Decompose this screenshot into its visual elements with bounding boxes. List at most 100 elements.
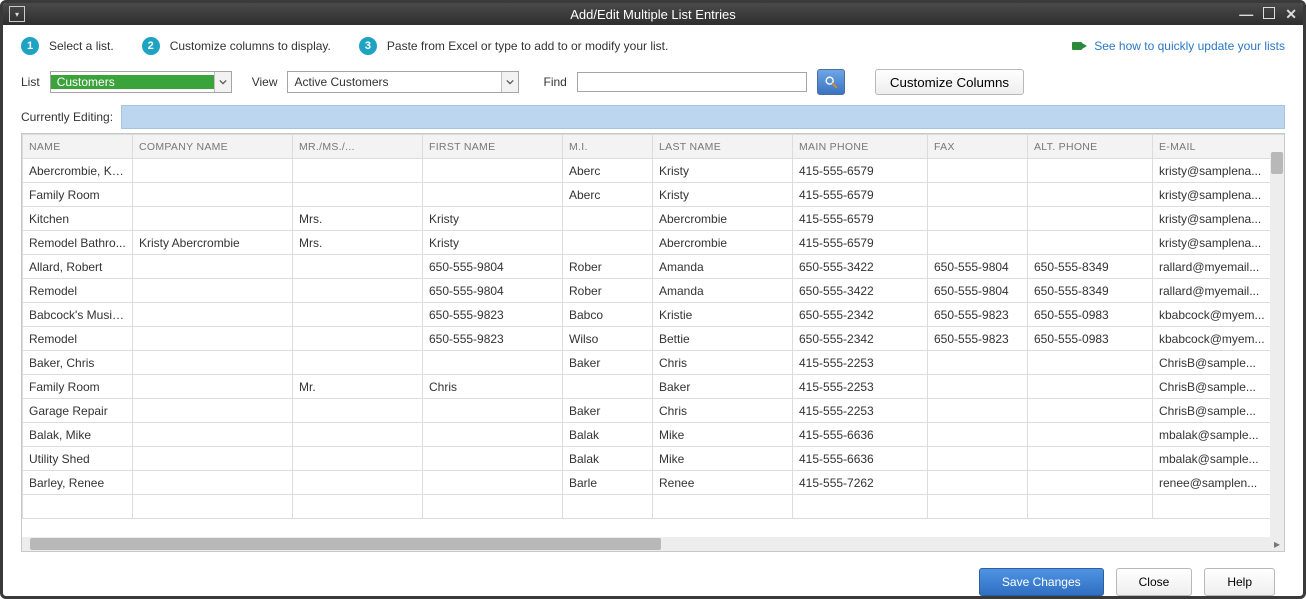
table-cell[interactable]: kristy@samplena...	[1153, 207, 1285, 231]
table-row[interactable]: Barley, ReneeBarleRenee415-555-7262renee…	[23, 471, 1285, 495]
table-cell[interactable]	[1028, 423, 1153, 447]
table-cell[interactable]	[563, 207, 653, 231]
table-row[interactable]: KitchenMrs.KristyAbercrombie415-555-6579…	[23, 207, 1285, 231]
save-changes-button[interactable]: Save Changes	[979, 568, 1104, 596]
view-dropdown[interactable]: Active Customers	[287, 71, 519, 93]
table-cell[interactable]: 650-555-3422	[793, 279, 928, 303]
table-cell[interactable]: 415-555-2253	[793, 351, 928, 375]
table-cell[interactable]	[293, 351, 423, 375]
table-cell[interactable]: kbabcock@myem...	[1153, 327, 1285, 351]
table-row[interactable]: Garage RepairBakerChris415-555-2253Chris…	[23, 399, 1285, 423]
table-cell[interactable]	[928, 351, 1028, 375]
table-cell[interactable]: Mr.	[293, 375, 423, 399]
table-cell[interactable]	[133, 279, 293, 303]
table-cell[interactable]	[293, 183, 423, 207]
table-cell[interactable]: kristy@samplena...	[1153, 183, 1285, 207]
table-cell[interactable]	[293, 423, 423, 447]
table-cell[interactable]: 415-555-2253	[793, 399, 928, 423]
column-header[interactable]: NAME	[23, 135, 133, 159]
table-cell[interactable]: 650-555-9823	[423, 327, 563, 351]
table-cell[interactable]: Remodel	[23, 327, 133, 351]
table-cell[interactable]: 415-555-6579	[793, 231, 928, 255]
table-cell[interactable]	[928, 183, 1028, 207]
find-input[interactable]	[577, 72, 807, 92]
table-cell[interactable]	[1028, 399, 1153, 423]
table-cell[interactable]: rallard@myemail...	[1153, 279, 1285, 303]
table-row[interactable]: Babcock's Music ...650-555-9823BabcoKris…	[23, 303, 1285, 327]
table-cell[interactable]: 650-555-2342	[793, 303, 928, 327]
table-cell[interactable]: Kitchen	[23, 207, 133, 231]
help-button[interactable]: Help	[1204, 568, 1275, 596]
list-dropdown[interactable]: Customers	[50, 71, 232, 93]
table-cell[interactable]: rallard@myemail...	[1153, 255, 1285, 279]
table-cell[interactable]	[293, 471, 423, 495]
table-cell[interactable]: 415-555-6636	[793, 447, 928, 471]
table-cell[interactable]: Aberc	[563, 159, 653, 183]
table-cell[interactable]	[133, 303, 293, 327]
table-cell[interactable]	[293, 495, 423, 519]
table-cell[interactable]	[293, 159, 423, 183]
table-cell[interactable]: Bettie	[653, 327, 793, 351]
table-cell[interactable]: 650-555-8349	[1028, 255, 1153, 279]
table-cell[interactable]	[293, 447, 423, 471]
table-cell[interactable]	[423, 351, 563, 375]
table-cell[interactable]: Abercrombie	[653, 231, 793, 255]
scroll-right-arrow-icon[interactable]: ▸	[1270, 537, 1284, 551]
table-cell[interactable]	[293, 327, 423, 351]
table-cell[interactable]: kristy@samplena...	[1153, 159, 1285, 183]
table-cell[interactable]: Abercrombie, Kri...	[23, 159, 133, 183]
table-cell[interactable]: Babcock's Music ...	[23, 303, 133, 327]
table-cell[interactable]	[133, 447, 293, 471]
table-cell[interactable]: 650-555-9823	[928, 327, 1028, 351]
table-cell[interactable]	[423, 447, 563, 471]
table-row[interactable]: Family RoomAbercKristy415-555-6579kristy…	[23, 183, 1285, 207]
help-video-link[interactable]: See how to quickly update your lists	[1072, 39, 1285, 53]
table-cell[interactable]: Remodel Bathro...	[23, 231, 133, 255]
column-header[interactable]: FIRST NAME	[423, 135, 563, 159]
table-cell[interactable]: 650-555-0983	[1028, 327, 1153, 351]
table-cell[interactable]	[133, 327, 293, 351]
table-cell[interactable]	[293, 399, 423, 423]
table-cell[interactable]	[563, 231, 653, 255]
table-cell[interactable]	[133, 183, 293, 207]
table-cell[interactable]	[133, 471, 293, 495]
table-cell[interactable]: Rober	[563, 255, 653, 279]
table-cell[interactable]: Baker	[653, 375, 793, 399]
table-cell[interactable]: 415-555-6636	[793, 423, 928, 447]
table-cell[interactable]	[928, 495, 1028, 519]
table-cell[interactable]	[1028, 471, 1153, 495]
table-cell[interactable]	[563, 495, 653, 519]
table-cell[interactable]: Mike	[653, 423, 793, 447]
table-cell[interactable]	[793, 495, 928, 519]
table-cell[interactable]: ChrisB@sample...	[1153, 399, 1285, 423]
table-cell[interactable]	[423, 183, 563, 207]
table-cell[interactable]	[1028, 351, 1153, 375]
column-header[interactable]: E-MAIL	[1153, 135, 1285, 159]
table-cell[interactable]	[133, 207, 293, 231]
table-cell[interactable]: 415-555-7262	[793, 471, 928, 495]
table-cell[interactable]: 650-555-9823	[423, 303, 563, 327]
table-cell[interactable]: 415-555-6579	[793, 183, 928, 207]
close-button[interactable]: Close	[1116, 568, 1193, 596]
table-cell[interactable]: Balak	[563, 447, 653, 471]
chevron-down-icon[interactable]	[501, 72, 518, 92]
table-cell[interactable]: Family Room	[23, 183, 133, 207]
table-cell[interactable]	[133, 399, 293, 423]
table-cell[interactable]: mbalak@sample...	[1153, 447, 1285, 471]
table-cell[interactable]: Mrs.	[293, 207, 423, 231]
minimize-button[interactable]: —	[1239, 6, 1253, 22]
table-cell[interactable]: Kristy	[653, 159, 793, 183]
table-cell[interactable]	[928, 471, 1028, 495]
table-cell[interactable]: Baker	[563, 399, 653, 423]
table-cell[interactable]	[133, 351, 293, 375]
table-row[interactable]: Baker, ChrisBakerChris415-555-2253ChrisB…	[23, 351, 1285, 375]
table-cell[interactable]	[423, 495, 563, 519]
table-cell[interactable]: Barle	[563, 471, 653, 495]
table-row[interactable]: Abercrombie, Kri...AbercKristy415-555-65…	[23, 159, 1285, 183]
table-cell[interactable]: ChrisB@sample...	[1153, 351, 1285, 375]
column-header[interactable]: FAX	[928, 135, 1028, 159]
table-cell[interactable]: Allard, Robert	[23, 255, 133, 279]
close-window-button[interactable]: ✕	[1285, 6, 1297, 23]
search-button[interactable]	[817, 69, 845, 95]
table-cell[interactable]: 650-555-9804	[423, 255, 563, 279]
